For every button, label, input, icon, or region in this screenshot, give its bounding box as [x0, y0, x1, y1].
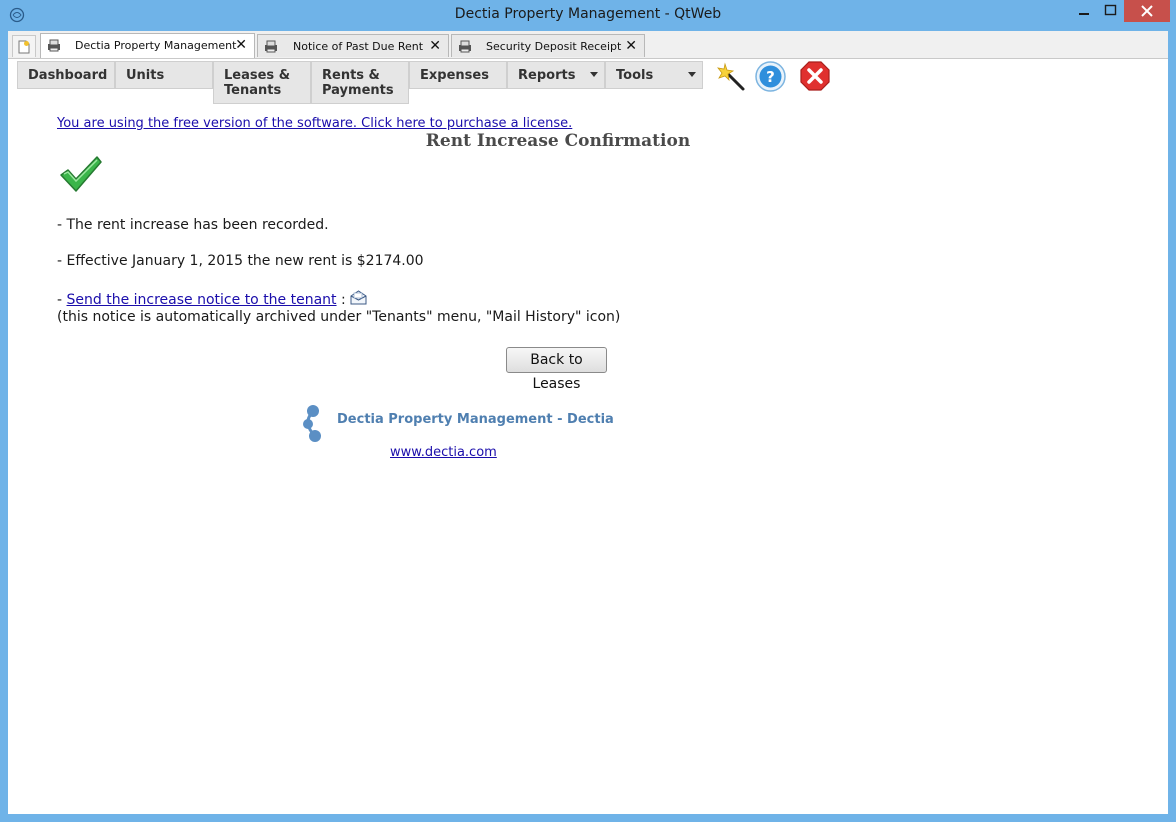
- magic-wand-icon[interactable]: [716, 62, 746, 92]
- menu-label: Reports: [518, 68, 576, 83]
- title-bar: Dectia Property Management - QtWeb: [0, 0, 1176, 31]
- tab-dectia-property-management[interactable]: Dectia Property Management ✕: [40, 33, 255, 58]
- menu-units[interactable]: Units: [115, 61, 213, 89]
- tab-label: Security Deposit Receipt: [486, 40, 622, 53]
- menu-label: Rents &: [322, 68, 380, 83]
- menu-label: Dashboard: [28, 68, 108, 83]
- tab-strip: Dectia Property Management ✕ Notice of P…: [8, 31, 1168, 59]
- tab-close-icon[interactable]: ✕: [235, 38, 247, 52]
- envelope-icon[interactable]: [350, 290, 367, 305]
- send-notice-line: - Send the increase notice to the tenant…: [57, 290, 367, 308]
- menu-label: Payments: [322, 83, 394, 98]
- menu-label: Units: [126, 68, 165, 83]
- menu-tools[interactable]: Tools: [605, 61, 703, 89]
- close-window-button[interactable]: [1124, 0, 1170, 22]
- menu-rents-payments[interactable]: Rents & Payments: [311, 61, 409, 104]
- back-to-leases-button[interactable]: Back to Leases: [506, 347, 607, 392]
- chevron-down-icon: [590, 72, 598, 77]
- license-notice-link[interactable]: You are using the free version of the so…: [57, 116, 572, 131]
- menu-label: Leases &: [224, 68, 291, 83]
- page-title: Rent Increase Confirmation: [425, 131, 691, 151]
- new-tab-button[interactable]: [12, 35, 36, 57]
- svg-text:?: ?: [766, 68, 775, 86]
- bullet-prefix: -: [57, 292, 67, 308]
- tab-close-icon[interactable]: ✕: [429, 39, 441, 53]
- exit-icon[interactable]: [799, 60, 831, 92]
- help-icon[interactable]: ?: [754, 60, 787, 93]
- status-effective-rent: - Effective January 1, 2015 the new rent…: [57, 253, 424, 269]
- tab-label: Notice of Past Due Rent: [293, 40, 424, 53]
- website-link[interactable]: www.dectia.com: [390, 445, 497, 460]
- maximize-button[interactable]: [1097, 0, 1124, 22]
- menu-label: Tools: [616, 68, 654, 83]
- menu-expenses[interactable]: Expenses: [409, 61, 507, 89]
- printer-icon: [48, 39, 60, 52]
- chevron-down-icon: [688, 72, 696, 77]
- dectia-logo-icon: [303, 405, 321, 442]
- footer-brand: Dectia Property Management - Dectia: [337, 412, 614, 427]
- menu-label: Tenants: [224, 83, 282, 98]
- checkmark-icon: [60, 156, 102, 192]
- printer-icon: [265, 40, 277, 53]
- tab-notice-of-past-due-rent[interactable]: Notice of Past Due Rent ✕: [257, 34, 449, 57]
- browser-client-area: Dectia Property Management ✕ Notice of P…: [8, 31, 1168, 814]
- printer-icon: [459, 40, 471, 53]
- menu-reports[interactable]: Reports: [507, 61, 605, 89]
- tab-close-icon[interactable]: ✕: [625, 39, 637, 53]
- status-recorded: - The rent increase has been recorded.: [57, 217, 329, 233]
- window-title: Dectia Property Management - QtWeb: [454, 6, 722, 22]
- menu-leases-tenants[interactable]: Leases & Tenants: [213, 61, 311, 104]
- menu-dashboard[interactable]: Dashboard: [17, 61, 115, 89]
- menu-label: Expenses: [420, 68, 489, 83]
- tab-label: Dectia Property Management: [75, 39, 237, 52]
- minimize-button[interactable]: [1071, 0, 1097, 22]
- archive-note: (this notice is automatically archived u…: [57, 309, 621, 325]
- new-page-icon: [18, 40, 30, 53]
- tab-security-deposit-receipt[interactable]: Security Deposit Receipt ✕: [451, 34, 645, 57]
- colon-separator: :: [336, 292, 351, 308]
- send-notice-link[interactable]: Send the increase notice to the tenant: [67, 292, 337, 308]
